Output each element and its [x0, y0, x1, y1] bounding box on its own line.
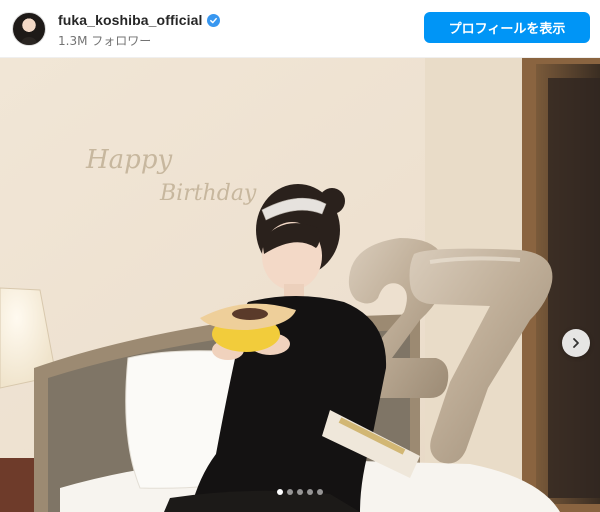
next-slide-button[interactable]: [562, 329, 590, 357]
verified-badge-icon: [207, 13, 221, 27]
carousel-indicator: [0, 489, 600, 497]
carousel-dot[interactable]: [287, 489, 293, 495]
wall-text-happy: Happy: [85, 145, 172, 175]
post-photo[interactable]: Happy Birthday: [0, 58, 600, 512]
carousel-dot[interactable]: [307, 489, 313, 495]
carousel-dot[interactable]: [317, 489, 323, 495]
username[interactable]: fuka_koshiba_official: [58, 12, 202, 28]
username-row: fuka_koshiba_official: [58, 11, 221, 29]
profile-avatar[interactable]: [12, 12, 46, 46]
post-header: fuka_koshiba_official 1.3M フォロワー プロフィールを…: [0, 0, 600, 58]
birthday-photo-illustration: Happy Birthday: [0, 58, 600, 512]
view-profile-button[interactable]: プロフィールを表示: [424, 12, 590, 43]
follower-count: 1.3M フォロワー: [58, 34, 152, 48]
chevron-right-icon: [570, 337, 582, 349]
carousel-dot[interactable]: [297, 489, 303, 495]
wall-text-birthday: Birthday: [159, 181, 257, 206]
carousel-dot[interactable]: [277, 489, 283, 495]
